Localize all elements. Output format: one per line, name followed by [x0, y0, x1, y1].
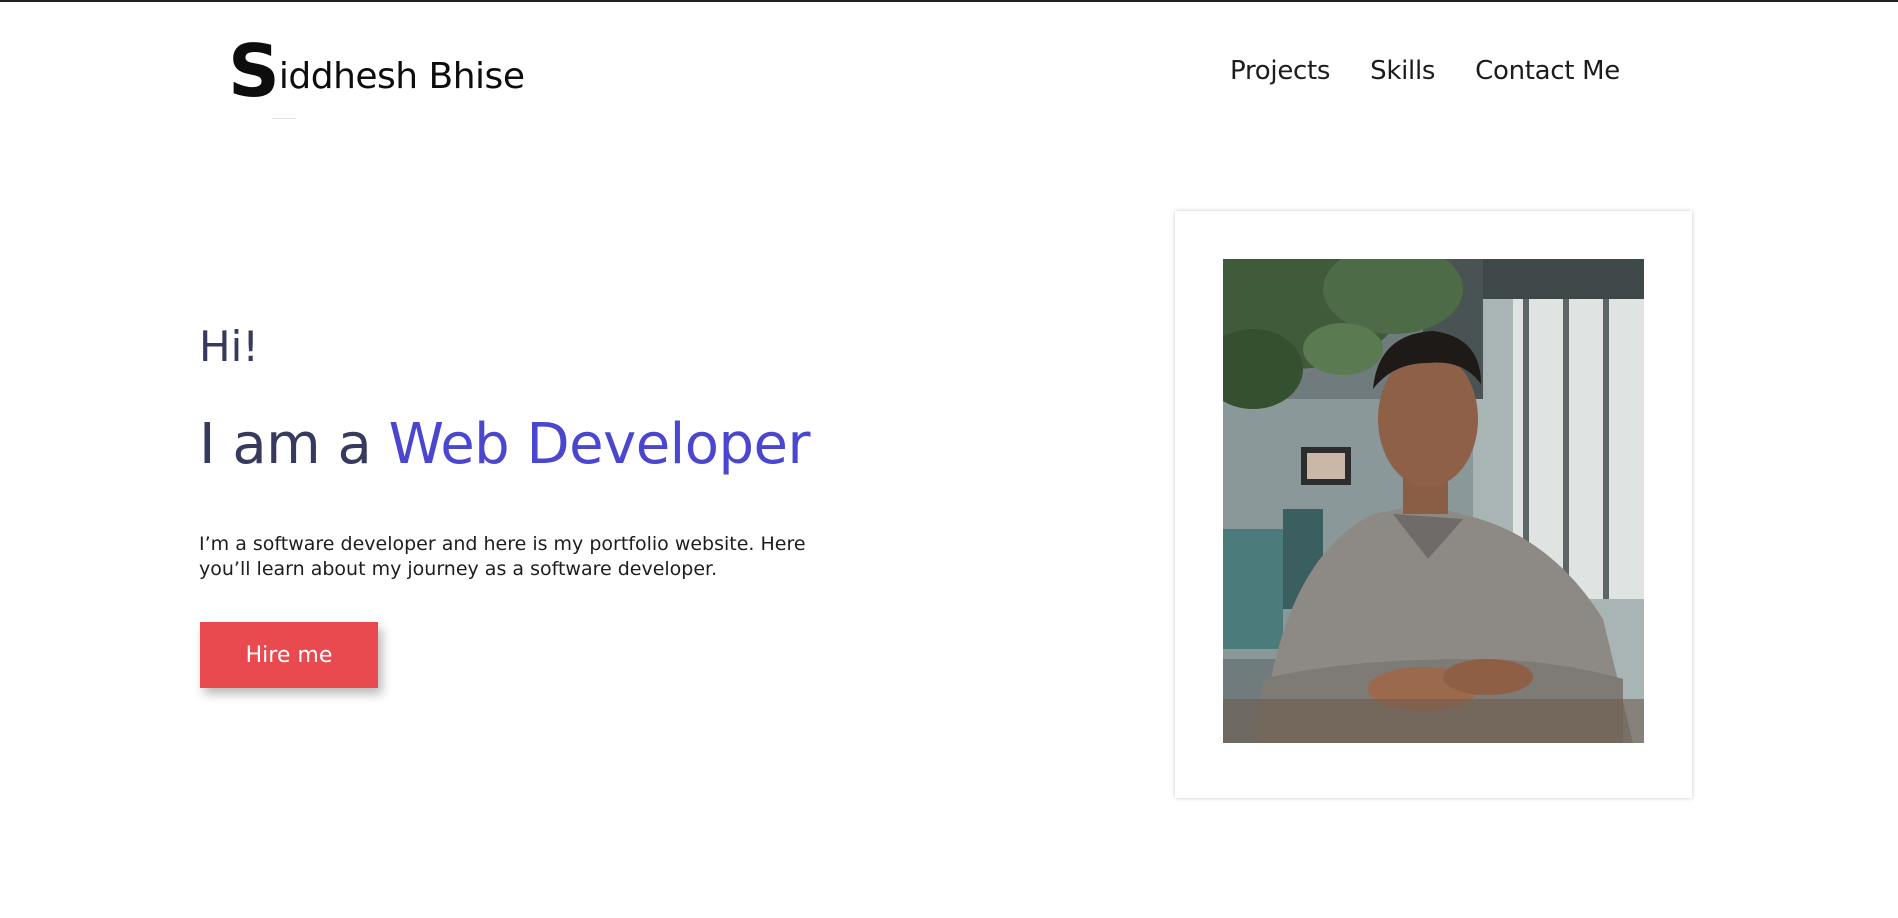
- main-nav: Projects Skills Contact Me: [1230, 56, 1620, 86]
- logo-name: iddhesh Bhise: [278, 56, 525, 97]
- headline: I am a Web Developer: [199, 412, 811, 477]
- hire-me-button[interactable]: Hire me: [200, 622, 378, 688]
- nav-contact-me[interactable]: Contact Me: [1475, 56, 1620, 86]
- intro-text: I’m a software developer and here is my …: [199, 533, 806, 580]
- portfolio-page: Siddhesh Bhise Projects Skills Contact M…: [0, 0, 1898, 918]
- logo-underline: [272, 118, 296, 119]
- nav-skills[interactable]: Skills: [1370, 56, 1435, 86]
- profile-photo: [1223, 259, 1644, 743]
- profile-photo-card: [1175, 211, 1692, 798]
- nav-projects[interactable]: Projects: [1230, 56, 1330, 86]
- greeting: Hi!: [199, 322, 260, 371]
- site-logo[interactable]: Siddhesh Bhise: [228, 29, 525, 113]
- headline-prefix: I am a: [199, 412, 389, 477]
- logo-initial: S: [228, 29, 280, 113]
- headline-accent: Web Developer: [388, 412, 811, 477]
